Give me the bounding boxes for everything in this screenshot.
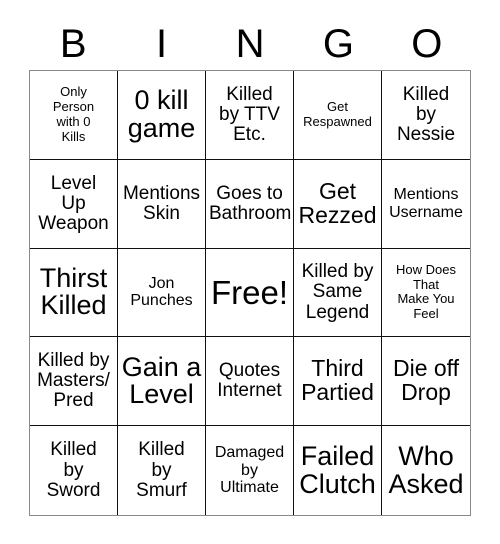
bingo-cell[interactable]: Killed by Nessie xyxy=(382,71,470,160)
bingo-cell[interactable]: Mentions Skin xyxy=(118,159,206,249)
bingo-cell-label: 0 kill game xyxy=(127,85,196,143)
bingo-header-letter-g: G xyxy=(322,22,354,66)
bingo-header-letter-i: I xyxy=(156,22,168,66)
bingo-free-space-label: Free! xyxy=(210,273,289,311)
bingo-cell-label: Third Partied xyxy=(301,355,374,406)
bingo-cell[interactable]: Die off Drop xyxy=(382,337,470,427)
bingo-cell-label: Thirst Killed xyxy=(39,262,108,321)
bingo-grid: Only Person with 0 Kills 0 kill game Kille… xyxy=(29,70,471,516)
bingo-cell[interactable]: Mentions Username xyxy=(382,159,470,249)
bingo-cell[interactable]: Gain a Level xyxy=(118,337,206,427)
bingo-cell-label: Killed by Same Legend xyxy=(301,261,374,323)
bingo-cell[interactable]: How Does That Make You Feel xyxy=(382,248,470,338)
bingo-cell[interactable]: 0 kill game xyxy=(118,71,206,160)
bingo-cell-label: Mentions Skin xyxy=(122,182,201,224)
bingo-cell[interactable]: Get Respawned xyxy=(294,71,382,160)
bingo-cell-label: Gain a Level xyxy=(121,351,202,410)
bingo-cell[interactable]: Killed by Same Legend xyxy=(294,248,382,338)
bingo-cell-label: Failed Clutch xyxy=(299,441,376,499)
bingo-cell[interactable]: Get Rezzed xyxy=(294,159,382,249)
bingo-card: B I N G O Only Person with 0 Kills 0 kill… xyxy=(0,0,500,544)
bingo-cell-label: Jon Punches xyxy=(130,274,193,310)
bingo-cell-label: Mentions Username xyxy=(389,186,463,221)
bingo-header-letter-b: B xyxy=(59,22,87,66)
bingo-cell-label: Killed by Smurf xyxy=(136,439,187,501)
bingo-cell-label: Get Rezzed xyxy=(298,177,377,228)
bingo-cell[interactable]: Thirst Killed xyxy=(30,248,118,338)
bingo-cell[interactable]: Jon Punches xyxy=(118,248,206,338)
bingo-cell-label: Goes to Bathroom xyxy=(209,182,292,224)
bingo-cell[interactable]: Killed by Sword xyxy=(30,426,118,515)
bingo-cell-label: Killed by TTV Etc. xyxy=(219,83,280,145)
bingo-cell[interactable]: Who Asked xyxy=(382,426,470,515)
bingo-cell-label: How Does That Make You Feel xyxy=(396,261,456,322)
bingo-cell[interactable]: Only Person with 0 Kills xyxy=(30,71,118,160)
bingo-cell-label: Get Respawned xyxy=(303,99,372,129)
bingo-cell[interactable]: Killed by Smurf xyxy=(118,426,206,515)
bingo-cell-label: Killed by Masters/ Pred xyxy=(37,350,110,412)
bingo-cell[interactable]: Killed by Masters/ Pred xyxy=(30,337,118,427)
bingo-cell-label: Die off Drop xyxy=(392,355,460,406)
bingo-cell[interactable]: Goes to Bathroom xyxy=(206,159,294,249)
bingo-header-letter-n: N xyxy=(235,22,265,66)
bingo-cell[interactable]: Failed Clutch xyxy=(294,426,382,515)
bingo-cell-label: Level Up Weapon xyxy=(38,172,109,234)
bingo-header-row: B I N G O xyxy=(29,18,471,70)
bingo-cell-label: Damaged by Ultimate xyxy=(214,444,285,497)
bingo-cell[interactable]: Free! xyxy=(206,248,294,338)
bingo-header-letter-o: O xyxy=(411,22,443,66)
bingo-cell-label: Quotes Internet xyxy=(217,360,282,402)
bingo-cell-label: Who Asked xyxy=(388,441,464,499)
bingo-cell-label: Only Person with 0 Kills xyxy=(52,84,95,144)
bingo-cell[interactable]: Quotes Internet xyxy=(206,337,294,427)
bingo-cell[interactable]: Killed by TTV Etc. xyxy=(206,71,294,160)
bingo-cell[interactable]: Third Partied xyxy=(294,337,382,427)
bingo-cell-label: Killed by Nessie xyxy=(396,83,456,145)
bingo-cell[interactable]: Damaged by Ultimate xyxy=(206,426,294,515)
bingo-cell[interactable]: Level Up Weapon xyxy=(30,159,118,249)
bingo-cell-label: Killed by Sword xyxy=(46,439,101,501)
